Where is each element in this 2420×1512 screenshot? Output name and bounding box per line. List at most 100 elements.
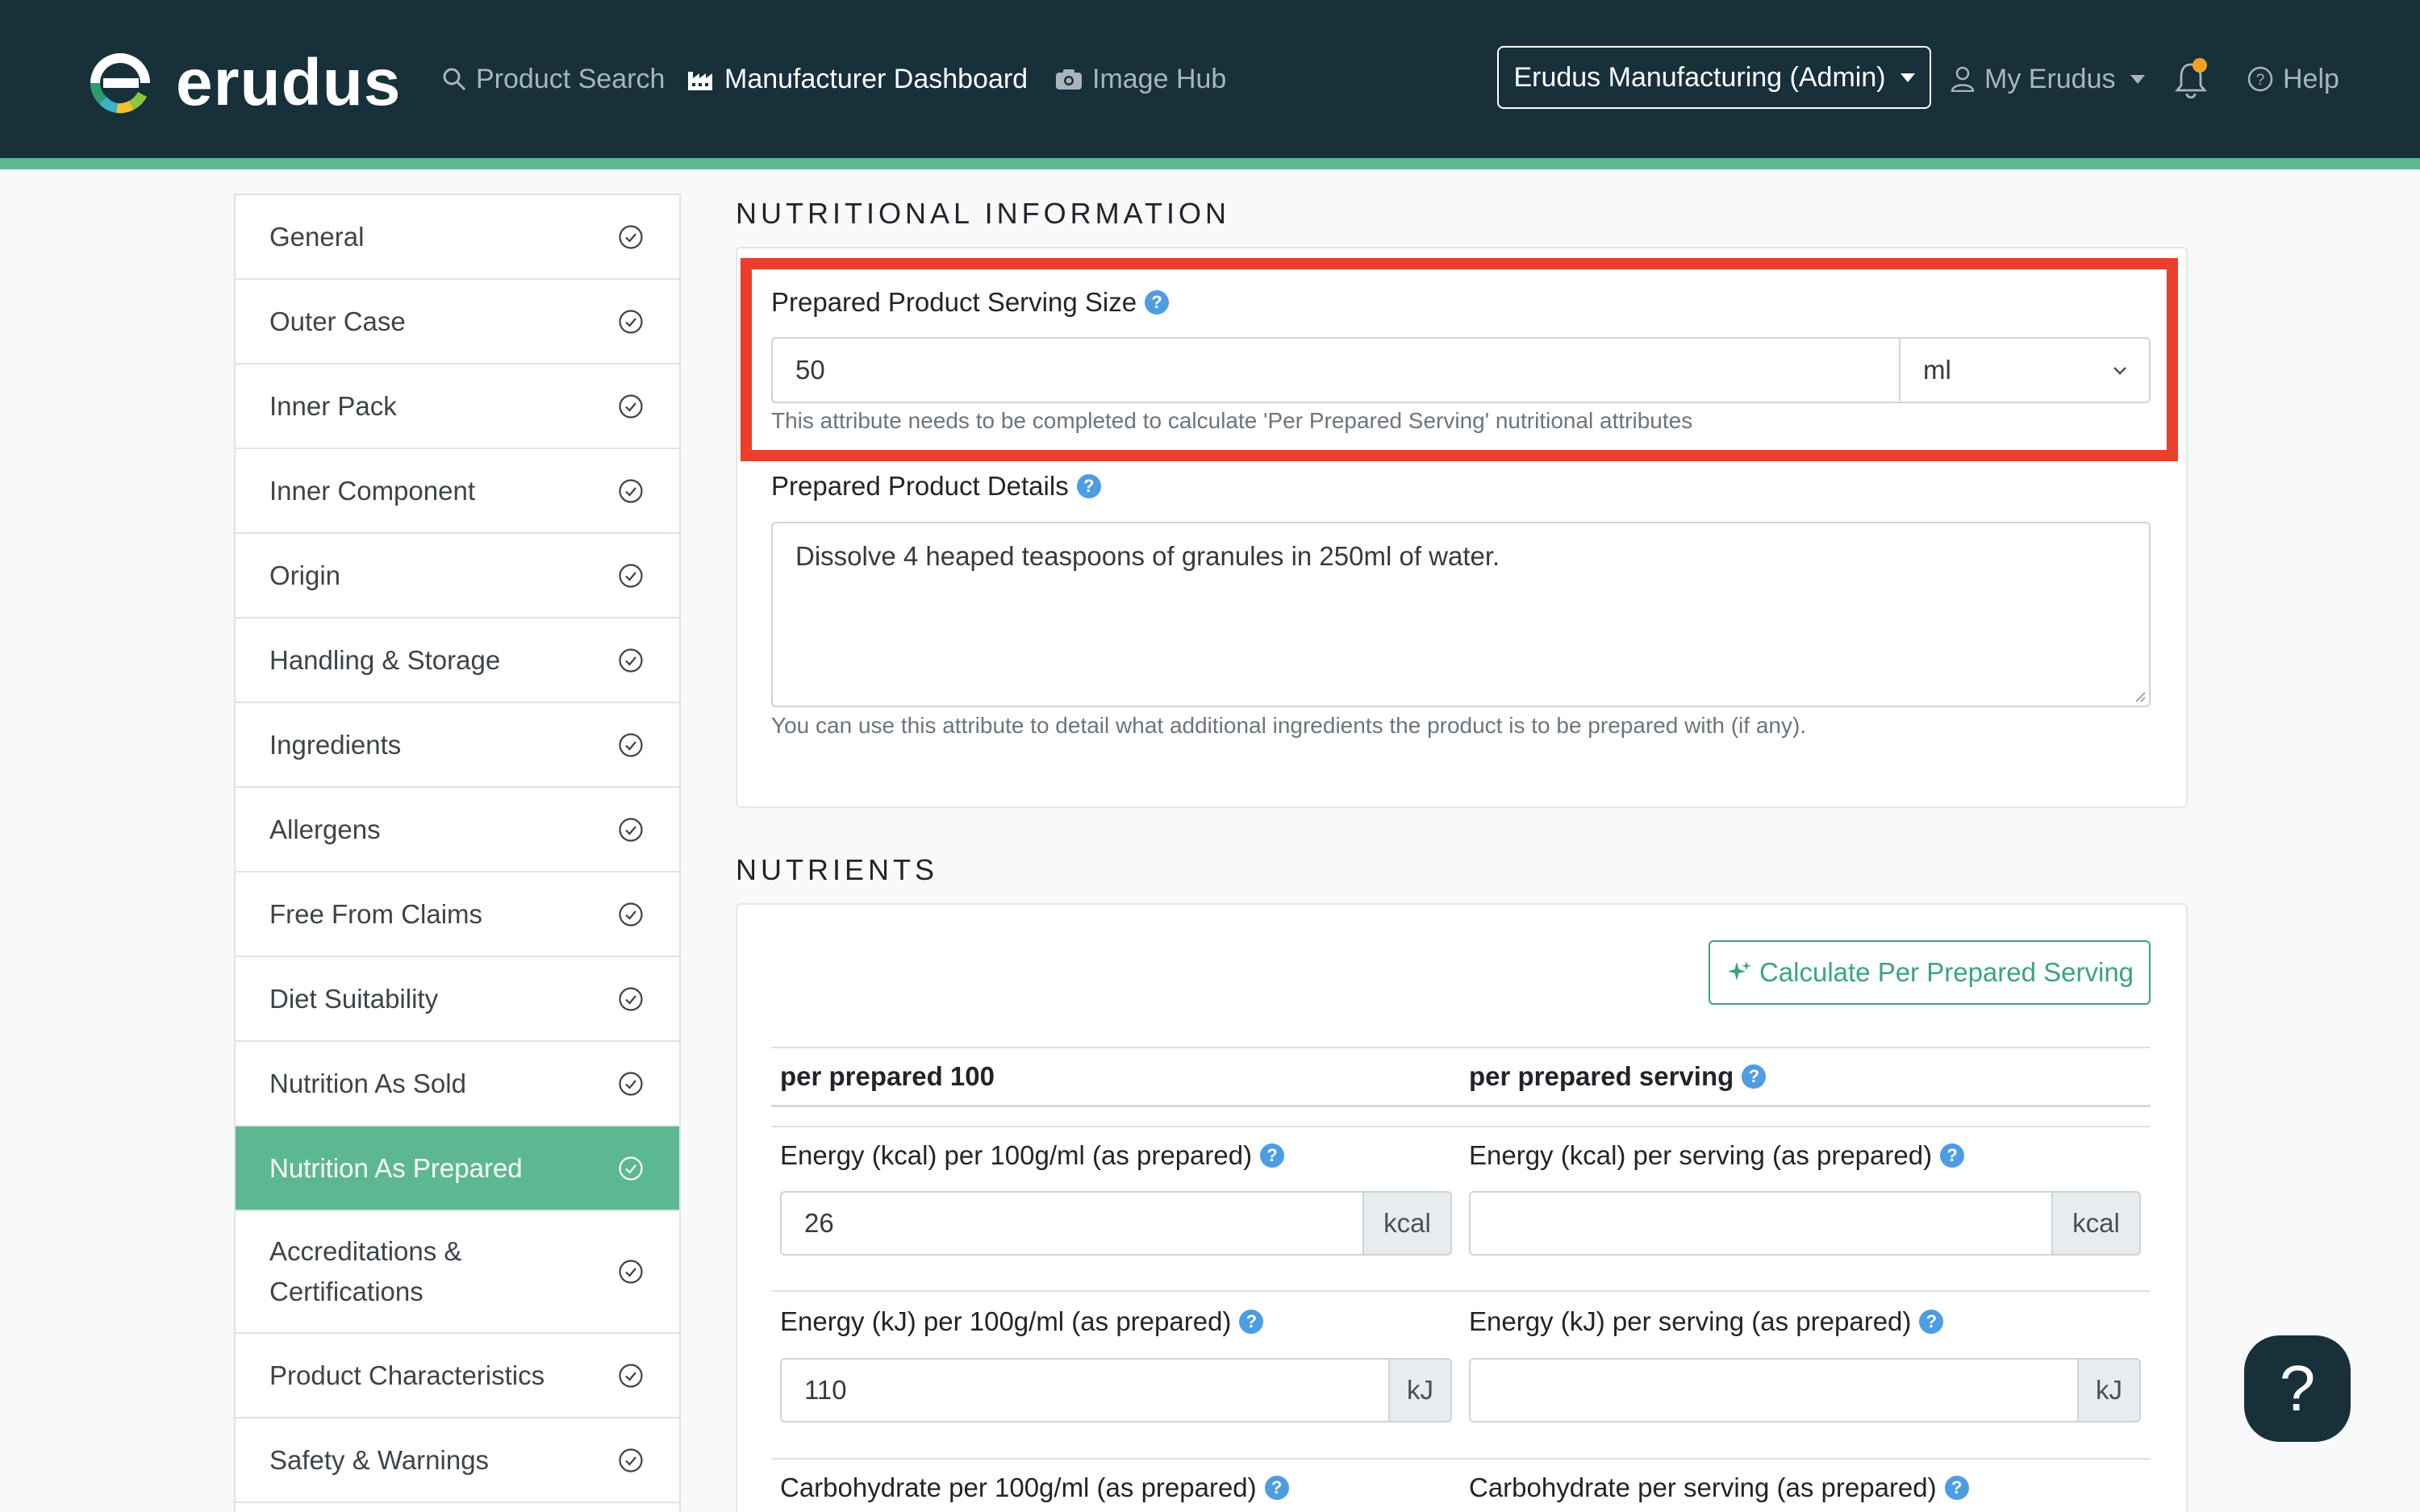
resize-handle-icon[interactable] xyxy=(2133,689,2146,702)
energy-kj-per100-label-text: Energy (kJ) per 100g/ml (as prepared) xyxy=(780,1306,1232,1336)
nutrients-heading: NUTRIENTS xyxy=(736,853,938,886)
nav-product-search[interactable]: Product Search xyxy=(442,0,665,158)
navbar-accent-strip xyxy=(0,158,2420,169)
energy-kcal-per100-value: 26 xyxy=(804,1208,834,1238)
carbohydrate-serving-label: Carbohydrate per serving (as prepared) ? xyxy=(1469,1472,1969,1503)
sidebar-item-diet-suitability[interactable]: Diet Suitability xyxy=(236,957,679,1042)
sidebar-item-inner-pack[interactable]: Inner Pack xyxy=(236,364,679,449)
sidebar-item-outer-case[interactable]: Outer Case xyxy=(236,280,679,364)
energy-kj-per100-input[interactable]: 110 xyxy=(780,1358,1390,1422)
sidebar-item-label: Diet Suitability xyxy=(269,983,439,1014)
help-icon[interactable]: ? xyxy=(1076,474,1101,498)
calculate-per-prepared-serving-button[interactable]: Calculate Per Prepared Serving xyxy=(1709,940,2151,1005)
prepared-details-value: Dissolve 4 heaped teaspoons of granules … xyxy=(795,541,1500,571)
check-circle-icon xyxy=(619,817,643,842)
check-circle-icon xyxy=(619,732,643,757)
sidebar-item-allergens[interactable]: Allergens xyxy=(236,788,679,873)
caret-down-icon xyxy=(1900,73,1915,82)
sidebar-item-accreditations-certifications[interactable]: Accreditations & Certifications xyxy=(236,1211,679,1334)
sidebar-item-product-characteristics[interactable]: Product Characteristics xyxy=(236,1334,679,1418)
account-switcher-dropdown[interactable]: Erudus Manufacturing (Admin) xyxy=(1497,46,1931,109)
nav-manufacturer-dashboard[interactable]: Manufacturer Dashboard xyxy=(687,0,1028,158)
energy-kcal-per100-label-text: Energy (kcal) per 100g/ml (as prepared) xyxy=(780,1140,1253,1170)
energy-kj-per100-label: Energy (kJ) per 100g/ml (as prepared) ? xyxy=(780,1306,1264,1337)
column-header-per-100-label: per prepared 100 xyxy=(780,1061,995,1091)
unit-addon-kcal: kcal xyxy=(2051,1191,2141,1256)
sidebar-item-label: Accreditations & Certifications xyxy=(269,1236,462,1306)
sidebar-item-origin[interactable]: Origin xyxy=(236,534,679,619)
check-circle-icon xyxy=(619,563,643,588)
user-icon xyxy=(1951,66,1975,92)
check-circle-icon xyxy=(619,394,643,419)
help-icon[interactable]: ? xyxy=(1940,1143,1965,1168)
erudus-logo[interactable]: erudus xyxy=(84,47,401,119)
sidebar-item-label: Origin xyxy=(269,560,341,590)
help-link[interactable]: ? Help xyxy=(2247,0,2339,158)
section-sidebar: General Outer Case Inner Pack Inner Comp… xyxy=(234,194,681,1512)
unit-addon-kj: kJ xyxy=(2077,1358,2141,1422)
energy-kcal-per100-label: Energy (kcal) per 100g/ml (as prepared) … xyxy=(780,1140,1285,1171)
sidebar-item-free-from-claims[interactable]: Free From Claims xyxy=(236,873,679,957)
help-icon[interactable]: ? xyxy=(1239,1310,1264,1334)
help-label: Help xyxy=(2283,63,2339,94)
nutritional-information-heading: NUTRITIONAL INFORMATION xyxy=(736,197,1230,230)
sidebar-item-ingredients[interactable]: Ingredients xyxy=(236,703,679,788)
help-icon[interactable]: ? xyxy=(1944,1476,1969,1500)
sidebar-item-label: Handling & Storage xyxy=(269,644,501,675)
check-circle-icon xyxy=(619,1363,643,1388)
sidebar-item-label: Product Characteristics xyxy=(269,1360,545,1390)
search-icon xyxy=(443,68,466,91)
unit-label: kcal xyxy=(2072,1208,2120,1238)
carbohydrate-per100-label-text: Carbohydrate per 100g/ml (as prepared) xyxy=(780,1472,1257,1502)
energy-kcal-serving-label: Energy (kcal) per serving (as prepared) … xyxy=(1469,1140,1965,1171)
help-icon[interactable]: ? xyxy=(1264,1476,1289,1500)
help-icon[interactable]: ? xyxy=(1742,1064,1767,1089)
unit-label: kJ xyxy=(2096,1375,2122,1405)
divider xyxy=(771,1290,2151,1292)
sidebar-item-safety-warnings[interactable]: Safety & Warnings xyxy=(236,1418,679,1503)
question-circle-icon: ? xyxy=(2247,66,2273,92)
help-icon[interactable]: ? xyxy=(1919,1310,1944,1334)
sidebar-item-label: Allergens xyxy=(269,814,381,844)
divider xyxy=(771,1047,2151,1048)
nav-image-hub[interactable]: Image Hub xyxy=(1055,0,1226,158)
prepared-details-textarea[interactable]: Dissolve 4 heaped teaspoons of granules … xyxy=(771,522,2151,707)
sparkle-icon xyxy=(1727,961,1751,981)
check-circle-icon xyxy=(619,309,643,334)
check-circle-icon xyxy=(619,648,643,673)
divider xyxy=(771,1126,2151,1127)
sidebar-item-inner-component[interactable]: Inner Component xyxy=(236,449,679,534)
energy-kcal-serving-label-text: Energy (kcal) per serving (as prepared) xyxy=(1469,1140,1933,1170)
sidebar-item-label: Free From Claims xyxy=(269,898,483,929)
check-circle-icon xyxy=(619,902,643,927)
sidebar-item-label: Nutrition As Sold xyxy=(269,1068,466,1098)
sidebar-item-nutrition-as-prepared[interactable]: Nutrition As Prepared xyxy=(236,1127,679,1211)
column-header-per-100: per prepared 100 xyxy=(780,1061,995,1092)
sidebar-item-handling-storage[interactable]: Handling & Storage xyxy=(236,619,679,703)
unit-label: kJ xyxy=(1407,1375,1433,1405)
account-switcher-label: Erudus Manufacturing (Admin) xyxy=(1513,61,1886,93)
nav-product-search-label: Product Search xyxy=(476,63,666,94)
check-circle-icon xyxy=(619,224,643,249)
sidebar-item-nutrition-as-sold[interactable]: Nutrition As Sold xyxy=(236,1042,679,1127)
energy-kcal-per100-input[interactable]: 26 xyxy=(780,1191,1364,1256)
my-erudus-menu[interactable]: My Erudus xyxy=(1951,0,2145,158)
carbohydrate-per100-label: Carbohydrate per 100g/ml (as prepared) ? xyxy=(780,1472,1289,1503)
check-circle-icon xyxy=(619,1156,643,1181)
support-chat-button[interactable]: ? xyxy=(2244,1335,2351,1442)
help-icon[interactable]: ? xyxy=(1260,1143,1285,1168)
sidebar-item-label: Outer Case xyxy=(269,306,406,336)
column-header-per-serving: per prepared serving ? xyxy=(1469,1061,1767,1092)
svg-text:?: ? xyxy=(2256,72,2265,89)
energy-kj-serving-label: Energy (kJ) per serving (as prepared) ? xyxy=(1469,1306,1944,1337)
unit-label: kcal xyxy=(1383,1208,1431,1238)
check-circle-icon xyxy=(619,986,643,1011)
column-header-per-serving-label: per prepared serving xyxy=(1469,1061,1734,1091)
sidebar-item-general[interactable]: General xyxy=(236,195,679,280)
energy-kj-serving-label-text: Energy (kJ) per serving (as prepared) xyxy=(1469,1306,1912,1336)
sidebar-item-label: Safety & Warnings xyxy=(269,1444,490,1475)
energy-kcal-serving-input[interactable] xyxy=(1469,1191,2053,1256)
factory-icon xyxy=(688,72,712,90)
energy-kj-serving-input[interactable] xyxy=(1469,1358,2079,1422)
erudus-logo-icon xyxy=(90,53,150,114)
